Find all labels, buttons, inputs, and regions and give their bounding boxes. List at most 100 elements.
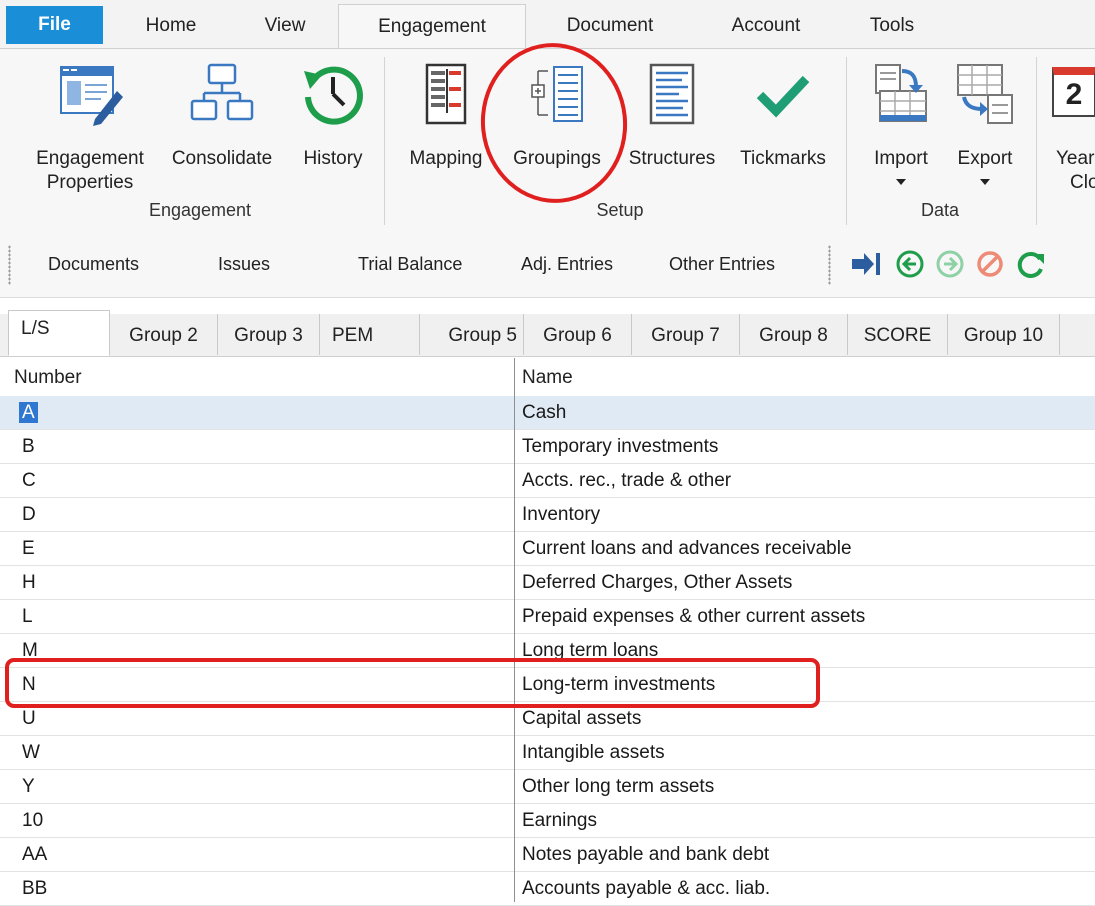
row-number[interactable]: 10 [22, 804, 43, 838]
cancel-icon[interactable] [976, 250, 1004, 283]
tab-group-10[interactable]: Group 10 [948, 314, 1060, 355]
export-dropdown-caret[interactable] [980, 179, 990, 185]
menu-tab-document[interactable]: Document [540, 4, 680, 48]
tab-score[interactable]: SCORE [848, 314, 948, 355]
table-row[interactable]: A Cash [0, 396, 1095, 430]
year-end-close-label: Year [1056, 148, 1095, 169]
tab-group-8[interactable]: Group 8 [740, 314, 848, 355]
row-number[interactable]: L [22, 600, 33, 634]
tab-group-2[interactable]: Group 2 [110, 314, 218, 355]
selected-cell[interactable]: A [19, 402, 38, 423]
ribbon: Engagement Properties Consolidate Histor… [0, 48, 1095, 232]
tab-l-s[interactable]: L/S [8, 310, 110, 356]
forward-arrow-icon[interactable] [936, 250, 964, 283]
tab-group-6[interactable]: Group 6 [524, 314, 632, 355]
row-number[interactable]: H [22, 566, 36, 600]
engagement-properties-button[interactable]: Engagement Properties [20, 61, 160, 201]
row-name[interactable]: Accts. rec., trade & other [522, 464, 731, 498]
row-number[interactable]: E [22, 532, 35, 566]
toolbar-grip[interactable] [828, 245, 831, 285]
row-number[interactable]: N [22, 668, 36, 702]
row-name[interactable]: Current loans and advances receivable [522, 532, 852, 566]
table-row[interactable]: Y Other long term assets [0, 770, 1095, 804]
tickmarks-label: Tickmarks [740, 148, 826, 169]
column-header-name[interactable]: Name [522, 358, 573, 396]
tab-pem[interactable]: PEM [320, 314, 420, 355]
groupings-button[interactable]: Groupings [500, 61, 614, 201]
row-number[interactable]: B [22, 430, 35, 464]
column-divider[interactable] [514, 358, 515, 902]
toolbar-other-entries[interactable]: Other Entries [669, 231, 775, 297]
grid-header: Number Name [0, 358, 1095, 396]
row-name[interactable]: Long-term investments [522, 668, 715, 702]
table-row[interactable]: D Inventory [0, 498, 1095, 532]
menu-tab-file[interactable]: File [6, 6, 103, 44]
row-name[interactable]: Inventory [522, 498, 600, 532]
table-row[interactable]: W Intangible assets [0, 736, 1095, 770]
toolbar-trial-balance[interactable]: Trial Balance [358, 231, 462, 297]
table-row[interactable]: U Capital assets [0, 702, 1095, 736]
row-name[interactable]: Prepaid expenses & other current assets [522, 600, 865, 634]
toolbar-issues[interactable]: Issues [218, 231, 270, 297]
groupings-grid: Number Name A Cash B Temporary investmen… [0, 358, 1095, 906]
menu-tab-engagement[interactable]: Engagement [338, 4, 526, 51]
export-button[interactable]: Export [944, 61, 1026, 201]
row-name[interactable]: Temporary investments [522, 430, 718, 464]
row-number[interactable]: A [19, 396, 38, 430]
row-name[interactable]: Notes payable and bank debt [522, 838, 769, 872]
table-row[interactable]: BB Accounts payable & acc. liab. [0, 872, 1095, 906]
history-button[interactable]: History [290, 61, 376, 201]
row-number[interactable]: W [22, 736, 40, 770]
back-arrow-icon[interactable] [896, 250, 924, 283]
engagement-properties-icon [57, 61, 123, 134]
mapping-icon [413, 61, 479, 134]
tab-group-3[interactable]: Group 3 [218, 314, 320, 355]
menu-tab-account[interactable]: Account [708, 4, 824, 48]
jump-to-icon[interactable] [850, 250, 882, 283]
row-number[interactable]: M [22, 634, 38, 668]
row-name[interactable]: Cash [522, 396, 566, 430]
row-number[interactable]: U [22, 702, 36, 736]
table-row[interactable]: E Current loans and advances receivable [0, 532, 1095, 566]
tab-group-7[interactable]: Group 7 [632, 314, 740, 355]
consolidate-button[interactable]: Consolidate [158, 61, 286, 201]
engagement-properties-label: Engagement Properties [36, 148, 144, 193]
table-row[interactable]: B Temporary investments [0, 430, 1095, 464]
row-number[interactable]: AA [22, 838, 47, 872]
year-end-close-button[interactable]: 2 Year Clo [1046, 61, 1095, 201]
row-name[interactable]: Deferred Charges, Other Assets [522, 566, 792, 600]
export-label: Export [957, 148, 1013, 169]
import-dropdown-caret[interactable] [896, 179, 906, 185]
toolbar-documents[interactable]: Documents [48, 231, 139, 297]
table-row[interactable]: AA Notes payable and bank debt [0, 838, 1095, 872]
toolbar-grip[interactable] [8, 245, 11, 285]
row-number[interactable]: C [22, 464, 36, 498]
row-name[interactable]: Earnings [522, 804, 597, 838]
table-row[interactable]: M Long term loans [0, 634, 1095, 668]
menu-tab-tools[interactable]: Tools [850, 4, 934, 48]
row-number[interactable]: Y [22, 770, 35, 804]
row-name[interactable]: Accounts payable & acc. liab. [522, 872, 770, 906]
row-name[interactable]: Other long term assets [522, 770, 714, 804]
refresh-icon[interactable] [1016, 250, 1046, 283]
table-row[interactable]: C Accts. rec., trade & other [0, 464, 1095, 498]
mapping-button[interactable]: Mapping [396, 61, 496, 201]
table-row[interactable]: L Prepaid expenses & other current asset… [0, 600, 1095, 634]
tickmarks-button[interactable]: Tickmarks [730, 61, 836, 201]
menu-tab-home[interactable]: Home [126, 4, 216, 48]
table-row[interactable]: H Deferred Charges, Other Assets [0, 566, 1095, 600]
column-header-number[interactable]: Number [14, 358, 82, 396]
row-name[interactable]: Long term loans [522, 634, 658, 668]
table-row[interactable]: 10 Earnings [0, 804, 1095, 838]
tickmarks-icon [750, 61, 816, 134]
table-row[interactable]: N Long-term investments [0, 668, 1095, 702]
row-number[interactable]: D [22, 498, 36, 532]
row-name[interactable]: Intangible assets [522, 736, 665, 770]
import-button[interactable]: Import [860, 61, 942, 201]
row-name[interactable]: Capital assets [522, 702, 641, 736]
menu-tab-view[interactable]: View [240, 4, 330, 48]
tab-group-5[interactable]: Group 5 [420, 314, 524, 355]
structures-button[interactable]: Structures [618, 61, 726, 201]
row-number[interactable]: BB [22, 872, 47, 906]
toolbar-adj-entries[interactable]: Adj. Entries [521, 231, 613, 297]
